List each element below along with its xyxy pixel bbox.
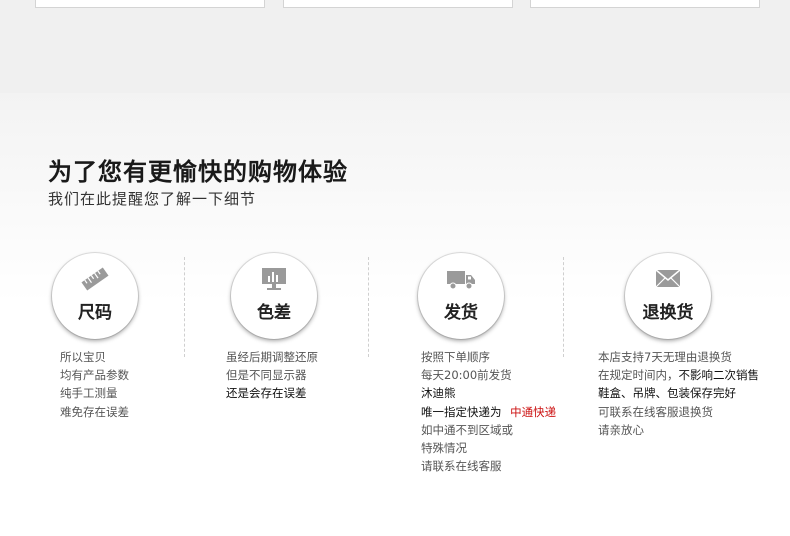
divider-2 <box>368 257 369 357</box>
truck-icon <box>446 266 476 292</box>
size-line: 所以宝贝 <box>60 350 106 364</box>
returns-line: 本店支持7天无理由退换货 <box>598 350 732 364</box>
size-line: 均有产品参数 <box>60 368 129 383</box>
courier-intro: 唯一指定快递为 <box>421 404 502 419</box>
top-band <box>0 0 790 93</box>
courier-line: 唯一指定快递为 中通快递 <box>421 403 556 421</box>
shipping-label: 发货 <box>444 303 478 323</box>
shipping-description: 按照下单顺序 每天20:00前发货 沐迪熊 唯一指定快递为 中通快递 如中通不到… <box>421 348 556 475</box>
envelope-icon <box>653 266 683 292</box>
size-line: 难免存在误差 <box>60 404 129 419</box>
returns-line: 可联系在线客服退换货 <box>598 404 713 419</box>
color-line: 虽经后期调整还原 <box>226 350 318 364</box>
ruler-icon <box>80 266 110 292</box>
returns-label: 退换货 <box>642 303 694 323</box>
shipping-line: 每天20:00前发货 <box>421 368 512 383</box>
size-badge: 尺码 <box>52 253 138 339</box>
returns-time-line: 在规定时间内，不影响二次销售 <box>598 366 759 384</box>
returns-packaging: 鞋盒、吊牌、包装保存完好 <box>598 386 736 401</box>
top-card-3 <box>530 0 760 8</box>
courier-name: 中通快递 <box>510 404 557 419</box>
shipping-badge: 发货 <box>418 253 504 339</box>
color-line-emphasis: 还是会存在误差 <box>226 386 307 401</box>
returns-condition: 不影响二次销售 <box>678 368 760 383</box>
returns-badge: 退换货 <box>625 253 711 339</box>
returns-line: 请亲放心 <box>598 422 644 437</box>
shipping-line: 请联系在线客服 <box>421 459 502 474</box>
divider-3 <box>563 257 564 357</box>
page-subtitle: 我们在此提醒您了解一下细节 <box>48 190 257 208</box>
shipping-line: 如中通不到区域或 <box>421 422 513 437</box>
page-title: 为了您有更愉快的购物体验 <box>48 158 348 186</box>
color-description: 虽经后期调整还原 但是不同显示器 还是会存在误差 <box>226 348 318 403</box>
color-badge: 色差 <box>231 253 317 339</box>
size-description: 所以宝贝 均有产品参数 纯手工测量 难免存在误差 <box>60 348 129 421</box>
divider-1 <box>184 257 185 357</box>
shipping-line: 按照下单顺序 <box>421 350 490 364</box>
size-label: 尺码 <box>78 303 112 323</box>
returns-time-text: 在规定时间内， <box>598 368 679 383</box>
color-label: 色差 <box>257 303 291 323</box>
monitor-chart-icon <box>259 266 289 292</box>
shop-name: 沐迪熊 <box>421 386 456 401</box>
size-line: 纯手工测量 <box>60 386 118 401</box>
shipping-line: 特殊情况 <box>421 440 467 455</box>
notice-panel: 为了您有更愉快的购物体验 我们在此提醒您了解一下细节 尺码 色差 发货 退换货 … <box>0 93 790 536</box>
returns-description: 本店支持7天无理由退换货 在规定时间内，不影响二次销售 鞋盒、吊牌、包装保存完好… <box>598 348 759 439</box>
top-card-2 <box>283 0 513 8</box>
top-card-1 <box>35 0 265 8</box>
color-line: 但是不同显示器 <box>226 368 307 383</box>
